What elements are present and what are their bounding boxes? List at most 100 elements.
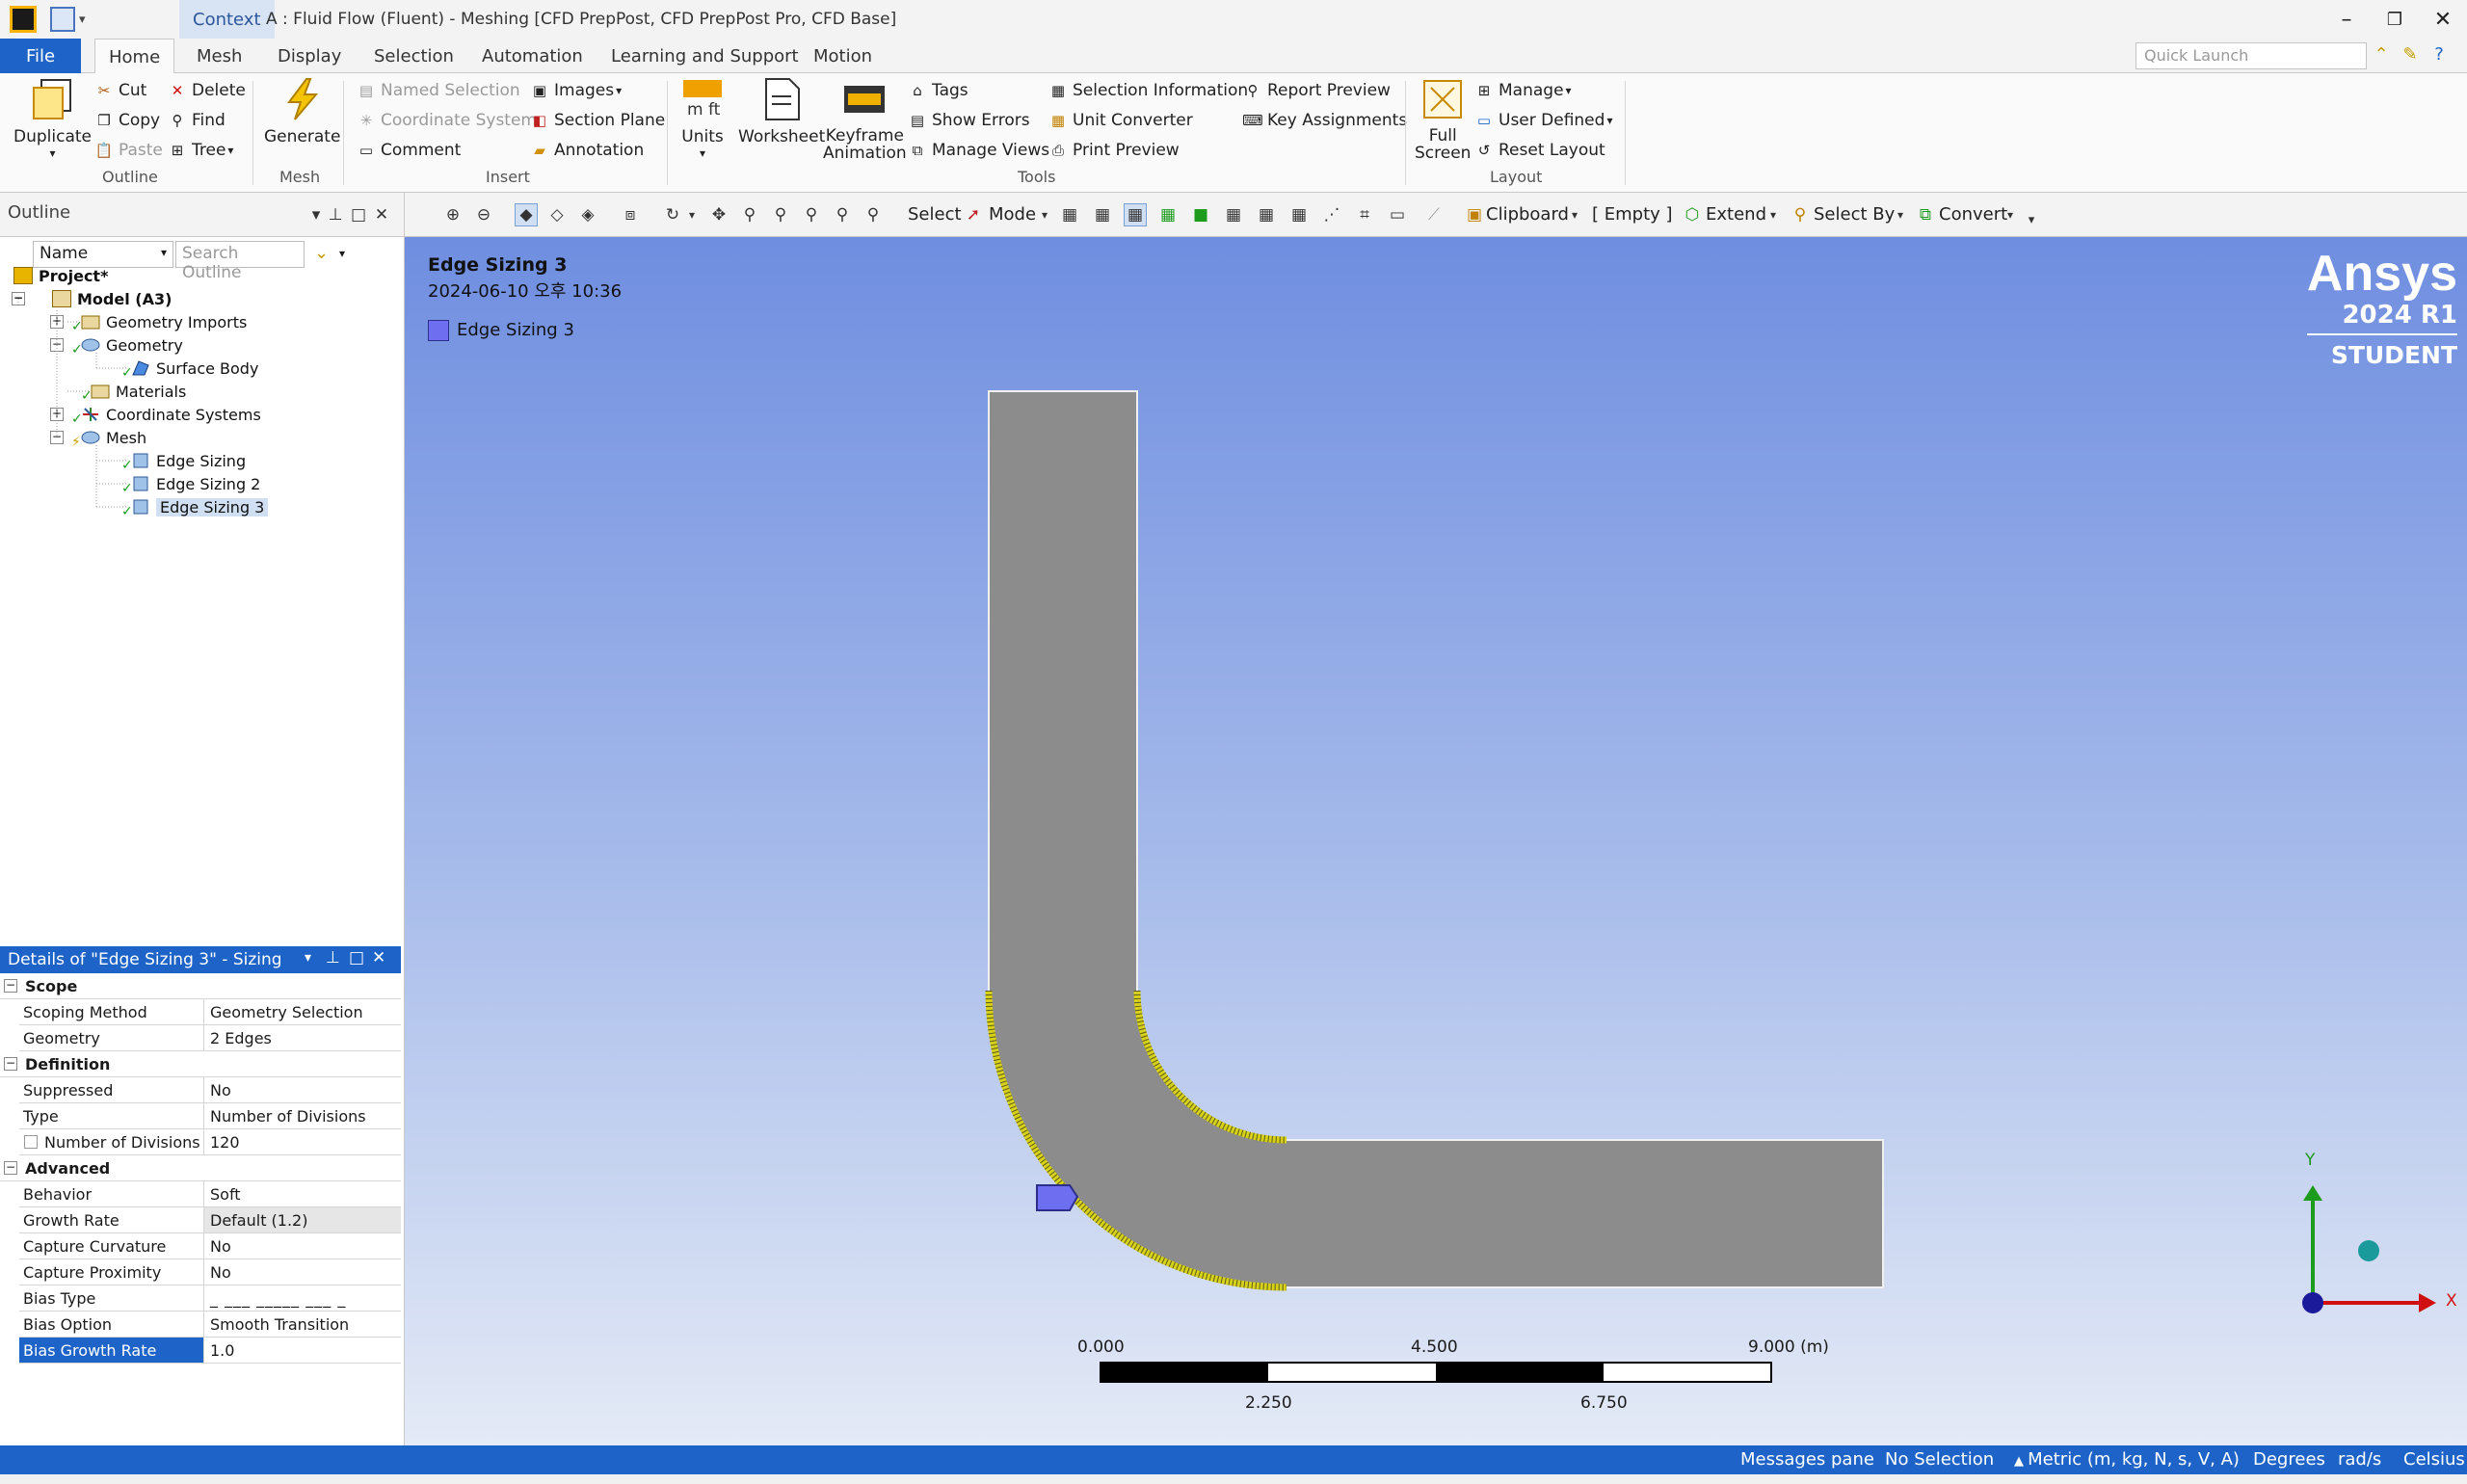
details-row-suppressed[interactable]: Suppressed No	[19, 1077, 401, 1103]
report-preview-button[interactable]: ⚲ Report Preview	[1243, 77, 1391, 104]
delete-button[interactable]: ✕ Delete	[168, 77, 246, 104]
graphics-viewport[interactable]: Edge Sizing 3 2024-06-10 오후 10:36 Edge S…	[405, 237, 2467, 1445]
select-annotation-icon[interactable]: ▭	[1386, 203, 1409, 226]
units-status[interactable]: ▲ Metric (m, kg, N, s, V, A)	[2014, 1449, 2240, 1470]
select-mesh-icon[interactable]: ▦	[1287, 203, 1311, 226]
tab-motion[interactable]: Motion	[800, 39, 886, 73]
tab-learning-and-support[interactable]: Learning and Support	[597, 39, 812, 73]
select-by-button[interactable]: Select By	[1814, 204, 1895, 225]
details-row-capture-curvature[interactable]: Capture Curvature No	[19, 1233, 401, 1259]
parameter-checkbox[interactable]	[24, 1135, 38, 1149]
zoom-out-icon[interactable]: ⊖	[472, 203, 495, 226]
convert-dropdown-icon[interactable]: ▾	[1999, 203, 2022, 226]
feedback-icon[interactable]: ✎	[2400, 44, 2421, 66]
zoom-previous-icon[interactable]: ⚲	[862, 203, 885, 226]
details-row-type[interactable]: Type Number of Divisions	[19, 1103, 401, 1129]
section-plane-button[interactable]: ◧ Section Plane	[530, 107, 665, 134]
tree-button[interactable]: ⊞ Tree ▾	[168, 137, 234, 164]
pin-icon[interactable]: ⊥	[324, 203, 347, 226]
help-icon[interactable]: ?	[2428, 44, 2450, 66]
details-value[interactable]: Smooth Transition	[204, 1312, 401, 1337]
pan-icon[interactable]: ✥	[707, 203, 730, 226]
context-tab[interactable]: Context	[179, 0, 275, 39]
tab-mesh[interactable]: Mesh	[183, 39, 255, 73]
zoom-fit-icon[interactable]: ⚲	[800, 203, 823, 226]
details-value[interactable]: No	[204, 1077, 401, 1102]
select-edge-icon[interactable]: ▦	[1091, 203, 1114, 226]
reset-layout-button[interactable]: ↺ Reset Layout	[1474, 137, 1605, 164]
details-menu-icon[interactable]: ▾	[305, 950, 311, 966]
details-row-capture-proximity[interactable]: Capture Proximity No	[19, 1259, 401, 1285]
named-selection-button[interactable]: ▤ Named Selection	[357, 77, 520, 104]
select-element-icon[interactable]: ▦	[1255, 203, 1278, 226]
select-node-icon[interactable]: ■	[1189, 203, 1212, 226]
worksheet-button[interactable]: Worksheet	[738, 77, 825, 146]
details-row-growth-rate[interactable]: Growth Rate Default (1.2)	[19, 1207, 401, 1233]
zoom-selection-icon[interactable]: ⚲	[831, 203, 854, 226]
messages-pane-status[interactable]: Messages pane	[1740, 1449, 1874, 1470]
details-value[interactable]: Geometry Selection	[204, 999, 401, 1024]
toolbar-overflow-icon[interactable]: ▾	[2020, 208, 2043, 231]
quick-launch-input[interactable]: Quick Launch	[2135, 42, 2367, 69]
shaded-view-icon[interactable]: ◆	[515, 203, 538, 226]
show-errors-button[interactable]: ▤ Show Errors	[908, 107, 1030, 134]
extend-button[interactable]: Extend	[1706, 204, 1766, 225]
details-value[interactable]: Default (1.2)	[204, 1207, 401, 1232]
rotate-dropdown-icon[interactable]: ▾	[680, 203, 703, 226]
annotation-button[interactable]: ▰ Annotation	[530, 137, 644, 164]
details-row-scoping-method[interactable]: Scoping Method Geometry Selection	[19, 999, 401, 1025]
user-defined-button[interactable]: ▭ User Defined ▾	[1474, 107, 1613, 134]
copy-button[interactable]: ❐ Copy	[94, 107, 160, 134]
save-icon[interactable]	[50, 7, 75, 32]
find-button[interactable]: ⚲ Find	[168, 107, 225, 134]
details-row-bias-option[interactable]: Bias Option Smooth Transition	[19, 1312, 401, 1338]
tab-home[interactable]: Home	[94, 39, 175, 74]
collapse-ribbon-icon[interactable]: ⌃	[2371, 44, 2392, 66]
select-element-face-icon[interactable]: ▦	[1222, 203, 1245, 226]
temperature-units-status[interactable]: Celsius	[2403, 1449, 2465, 1470]
details-value[interactable]: Soft	[204, 1181, 401, 1206]
units-button[interactable]: m ft Units ▾	[680, 77, 725, 160]
tab-selection[interactable]: Selection	[360, 39, 467, 73]
tab-file[interactable]: File	[0, 39, 81, 73]
key-assignments-button[interactable]: ⌨ Key Assignments	[1242, 107, 1407, 134]
collapse-icon[interactable]: −	[4, 1057, 17, 1071]
paste-button[interactable]: 📋 Paste	[94, 137, 163, 164]
details-value[interactable]: 120	[204, 1129, 401, 1154]
comment-button[interactable]: ▭ Comment	[357, 137, 461, 164]
select-coordinate-icon[interactable]: ⋰	[1320, 203, 1343, 226]
tab-display[interactable]: Display	[264, 39, 355, 73]
pin-icon[interactable]: ⊥	[326, 948, 340, 967]
print-preview-button[interactable]: ⎙ Print Preview	[1048, 137, 1180, 164]
convert-icon[interactable]: ⧉	[1914, 203, 1937, 226]
details-value[interactable]: _ ___ _____ ___ _	[204, 1285, 401, 1311]
select-by-dropdown-icon[interactable]: ▾	[1889, 203, 1912, 226]
coordinate-system-button[interactable]: ✳ Coordinate System	[357, 107, 537, 134]
cut-button[interactable]: ✂ Cut	[94, 77, 147, 104]
app-logo-icon[interactable]	[10, 6, 37, 33]
generate-button[interactable]: Generate	[264, 77, 340, 146]
extend-dropdown-icon[interactable]: ▾	[1762, 203, 1785, 226]
select-label-icon[interactable]: ⌗	[1353, 203, 1376, 226]
select-body-icon[interactable]: ▦	[1156, 203, 1180, 226]
tab-automation[interactable]: Automation	[468, 39, 597, 73]
details-section-scope[interactable]: − Scope	[0, 973, 401, 999]
restore-icon[interactable]: ❐	[2371, 0, 2419, 39]
manage-button[interactable]: ⊞ Manage ▾	[1474, 77, 1572, 104]
details-row-bias-growth-rate[interactable]: Bias Growth Rate 1.0	[19, 1338, 401, 1364]
close-icon[interactable]: ✕	[2419, 0, 2467, 39]
filter-dropdown-icon[interactable]: ▾	[339, 247, 345, 260]
mode-dropdown-icon[interactable]: ▾	[1033, 203, 1056, 226]
graph-icon[interactable]: ⟋	[1422, 203, 1446, 226]
details-section-definition[interactable]: − Definition	[0, 1051, 401, 1077]
quick-access-dropdown-icon[interactable]: ▾	[79, 13, 86, 27]
details-value[interactable]: 2 Edges	[204, 1025, 401, 1050]
unit-converter-button[interactable]: ▦ Unit Converter	[1048, 107, 1193, 134]
angle-units-status[interactable]: Degrees	[2253, 1449, 2325, 1470]
zoom-icon[interactable]: ⚲	[738, 203, 761, 226]
details-value[interactable]: 1.0	[204, 1338, 401, 1363]
rate-units-status[interactable]: rad/s	[2338, 1449, 2381, 1470]
edges-icon[interactable]: ⧈	[619, 203, 642, 226]
select-label[interactable]: Select	[908, 204, 962, 225]
manage-views-button[interactable]: ⧉ Manage Views	[908, 137, 1050, 164]
